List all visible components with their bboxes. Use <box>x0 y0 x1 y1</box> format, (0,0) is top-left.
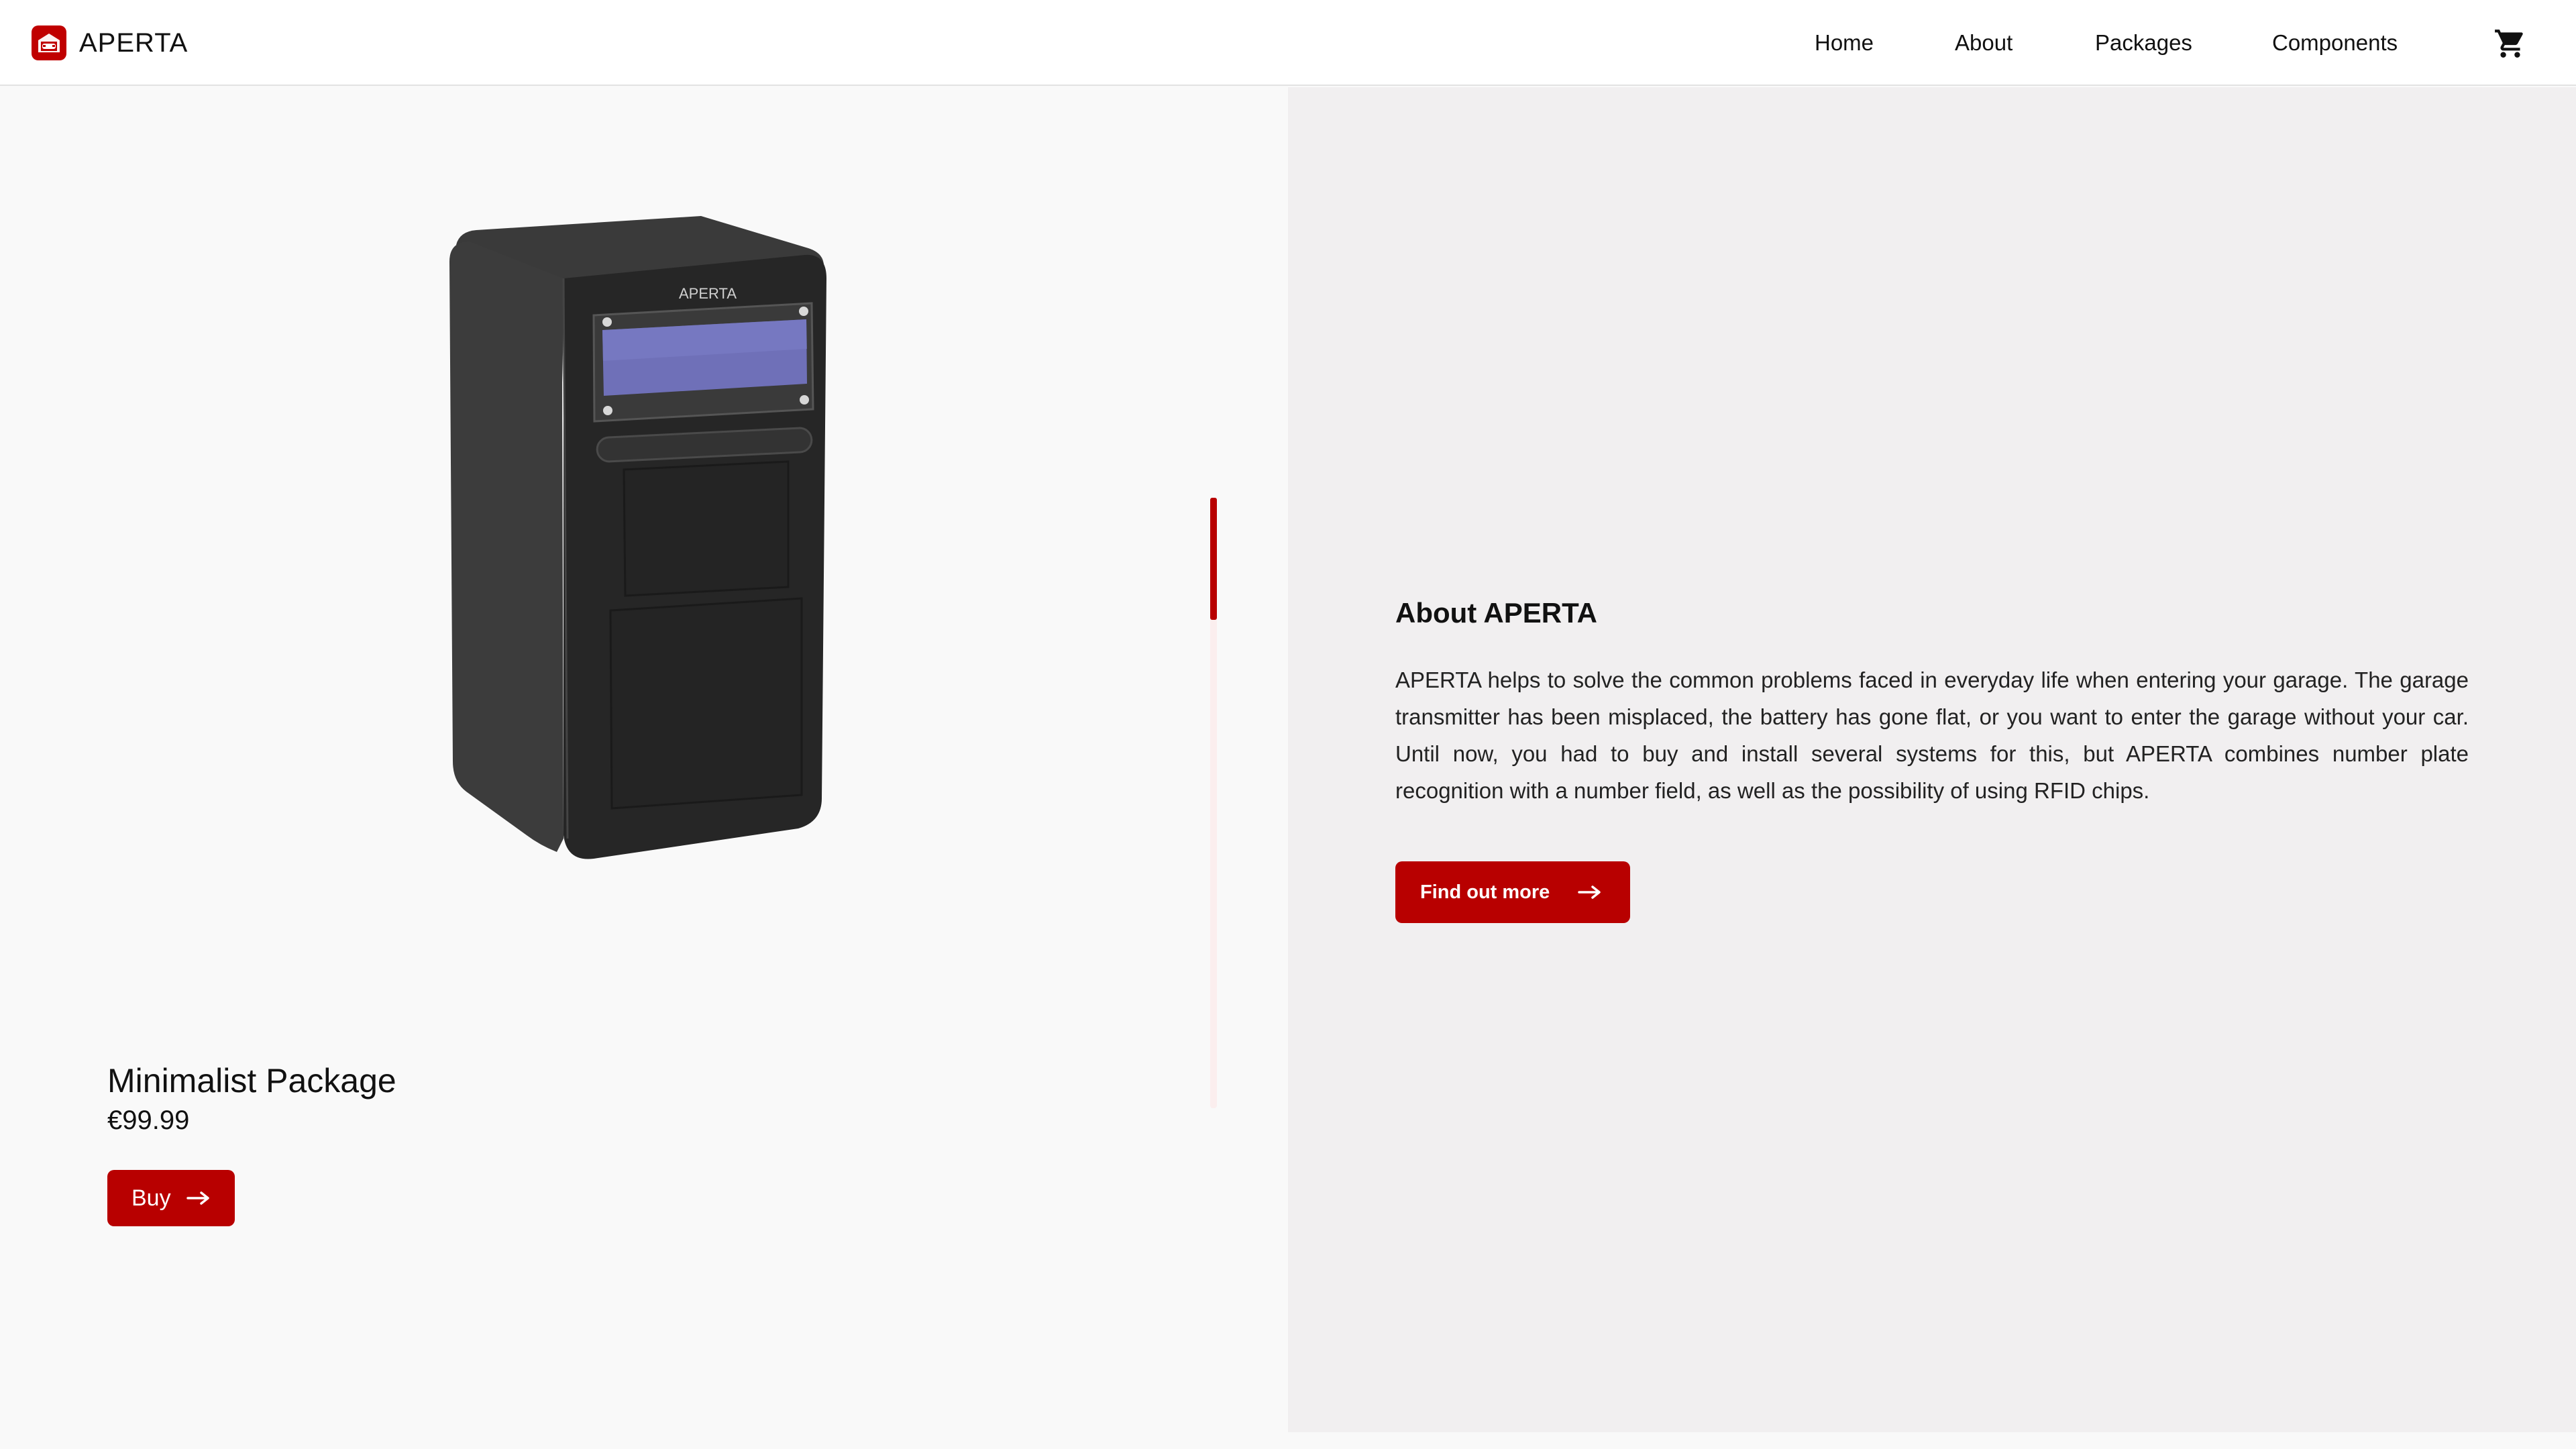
find-out-more-label: Find out more <box>1420 881 1550 903</box>
device-brand-label: APERTA <box>679 285 737 302</box>
arrow-right-icon <box>1578 885 1601 899</box>
product-panel: APERTA Minimalist Package €99.99 Buy <box>0 87 1288 1449</box>
shopping-cart-icon[interactable] <box>2493 27 2527 60</box>
nav-components[interactable]: Components <box>2272 30 2398 56</box>
find-out-more-button[interactable]: Find out more <box>1395 861 1630 923</box>
about-panel: About APERTA APERTA helps to solve the c… <box>1288 87 2576 1432</box>
about-title: About APERTA <box>1395 597 1597 629</box>
garage-car-logo-icon[interactable] <box>32 25 66 60</box>
brand-name[interactable]: APERTA <box>79 27 188 59</box>
arrow-right-icon <box>186 1191 209 1205</box>
about-description: APERTA helps to solve the common problem… <box>1395 667 2469 803</box>
buy-button-label: Buy <box>131 1185 171 1211</box>
buy-button[interactable]: Buy <box>107 1170 235 1226</box>
nav-home[interactable]: Home <box>1815 30 1874 56</box>
aperta-device-image: APERTA <box>449 216 826 859</box>
carousel-slider-thumb[interactable] <box>1210 498 1217 620</box>
product-price: €99.99 <box>107 1106 190 1135</box>
product-title: Minimalist Package <box>107 1062 396 1099</box>
nav-packages[interactable]: Packages <box>2095 30 2192 56</box>
nav-about[interactable]: About <box>1955 30 2012 56</box>
top-navbar: APERTA Home About Packages Components <box>0 0 2576 86</box>
